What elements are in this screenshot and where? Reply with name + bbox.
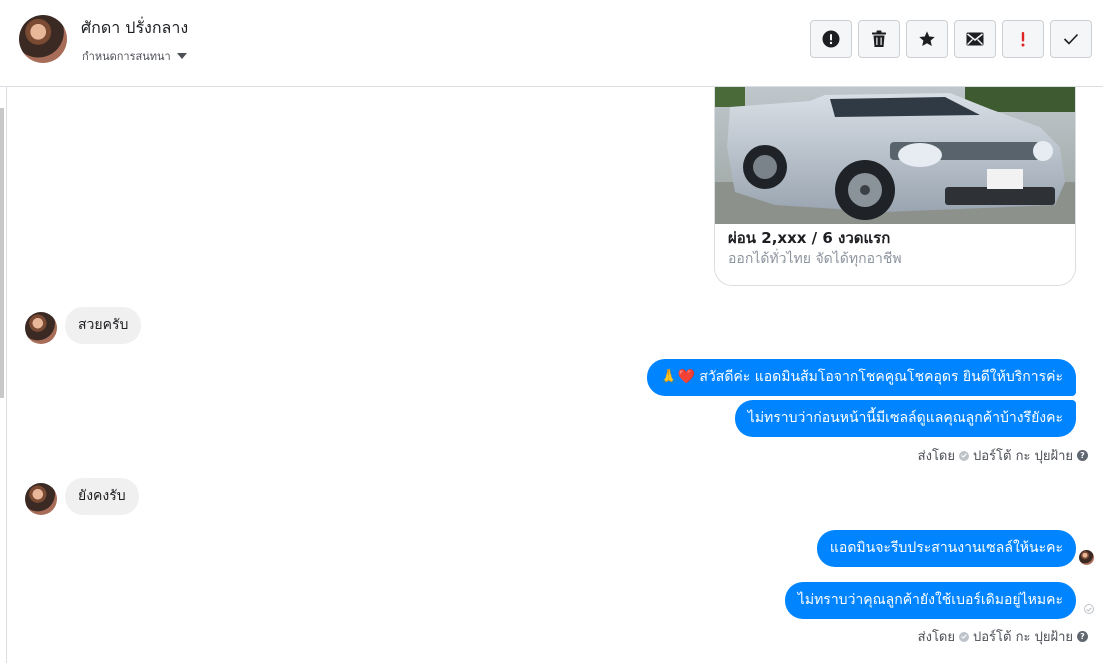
help-icon[interactable]: ? [1077,631,1088,642]
exclamation-icon [1021,32,1025,47]
left-panel-scrollbar[interactable] [0,108,4,398]
help-icon[interactable]: ? [1077,450,1088,461]
sent-by-name[interactable]: ปอร์โต้ กะ ปุยฝ้าย [973,626,1073,647]
caret-down-icon [176,53,187,59]
follow-up-button[interactable] [1002,20,1044,58]
outgoing-message: ไม่ทราบว่าคุณลูกค้ายังใช้เบอร์เดิมอยู่ไห… [784,582,1076,619]
verified-check-icon [959,631,969,642]
product-image [715,87,1075,224]
assign-conversation-label: กำหนดการสนทนา [82,50,171,63]
report-spam-button[interactable] [810,20,852,58]
trash-icon [872,30,886,47]
sent-by-name[interactable]: ปอร์โต้ กะ ปุยฝ้าย [973,445,1073,466]
contact-avatar[interactable] [19,15,67,63]
verified-check-icon [959,450,969,461]
envelope-icon [966,32,984,46]
outgoing-message: 🙏❤️ สวัสดีค่ะ แอดมินส้มโอจากโชคคูณโชคอุด… [647,359,1076,396]
conversation-header: ศักดา ปรั่งกลาง กำหนดการสนทนา [0,0,1103,87]
conversation-toolbar [810,20,1092,58]
star-button[interactable] [906,20,948,58]
sender-avatar[interactable] [25,483,57,515]
exclamation-circle-icon [822,30,840,48]
sent-check-icon [1084,604,1094,614]
delete-button[interactable] [858,20,900,58]
outgoing-message: ไม่ทราบว่าก่อนหน้านี้มีเซลล์ดูแลคุณลูกค้… [734,400,1076,437]
product-card[interactable]: ผ่อน 2,xxx / 6 งวดแรก ออกได้ทั่วไทย จัดไ… [714,87,1076,286]
sent-by-info: ส่งโดย ปอร์โต้ กะ ปุยฝ้าย ? [918,445,1088,466]
contact-name[interactable]: ศักดา ปรั่งกลาง [81,16,188,41]
star-icon [919,31,935,47]
sent-by-prefix: ส่งโดย [917,449,955,464]
check-icon [1063,33,1079,45]
seen-avatar [1079,550,1094,565]
incoming-message: สวยครับ [65,307,142,344]
mark-done-button[interactable] [1050,20,1092,58]
sent-by-info: ส่งโดย ปอร์โต้ กะ ปุยฝ้าย ? [918,626,1088,647]
assign-conversation-dropdown[interactable]: กำหนดการสนทนา [82,47,187,65]
outgoing-message: แอดมินจะรีบประสานงานเซลล์ให้นะคะ [816,530,1076,567]
incoming-message: ยังคงรับ [65,478,139,515]
mark-unread-button[interactable] [954,20,996,58]
sender-avatar[interactable] [25,312,57,344]
sent-by-prefix: ส่งโดย [917,630,955,645]
product-card-subtitle: ออกได้ทั่วไทย จัดได้ทุกอาชีพ [728,251,902,267]
product-card-title: ผ่อน 2,xxx / 6 งวดแรก [728,229,891,247]
